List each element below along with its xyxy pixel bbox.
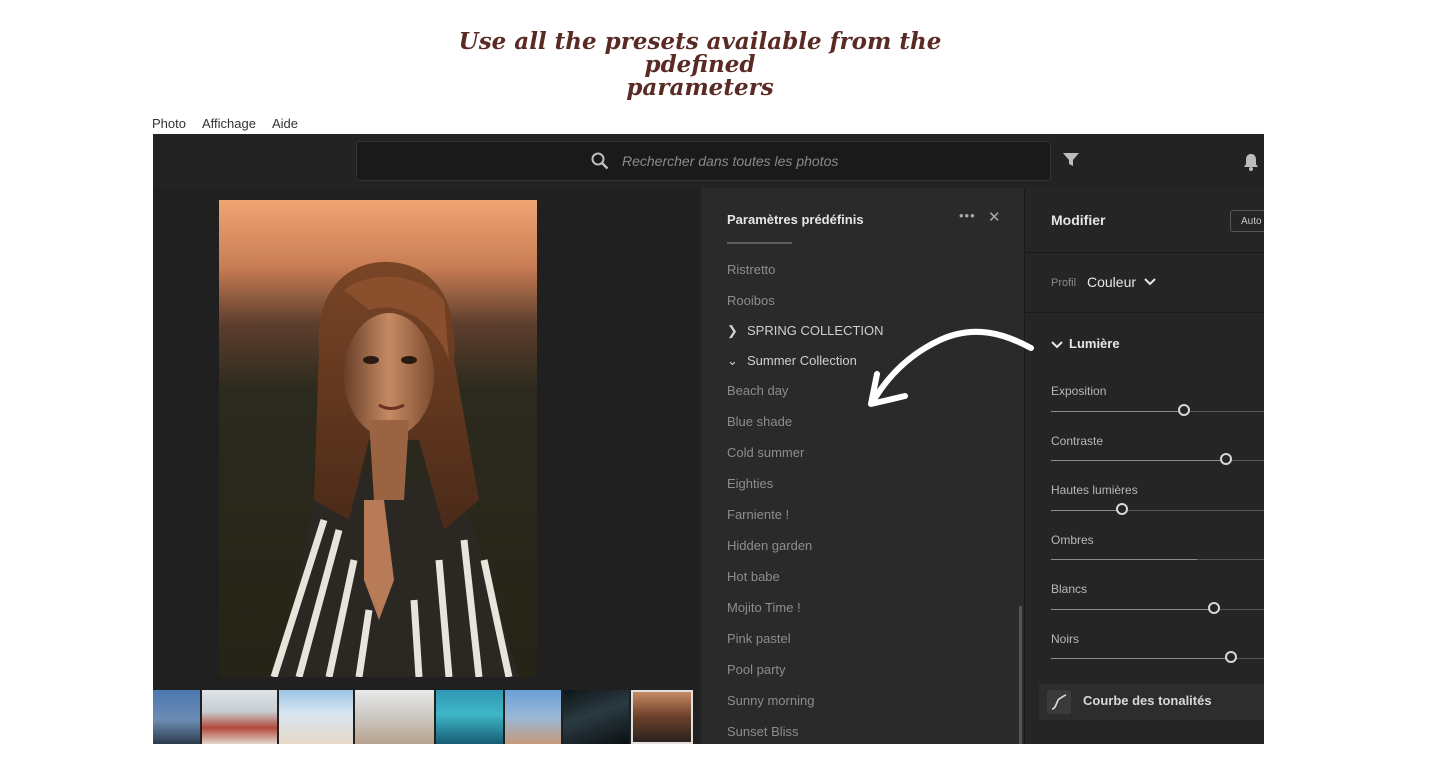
- thumbnail-8-selected[interactable]: [631, 690, 693, 744]
- tone-curve-row[interactable]: Courbe des tonalités: [1039, 684, 1264, 720]
- thumbnail-4[interactable]: [355, 690, 434, 744]
- slider-knob[interactable]: [1178, 404, 1190, 416]
- thumbnail-7[interactable]: [563, 690, 629, 744]
- portrait-image: [270, 261, 519, 677]
- tone-curve-icon: [1047, 690, 1071, 714]
- whites-slider[interactable]: [1051, 602, 1264, 614]
- preset-item-partial: ▬▬▬▬▬: [727, 242, 792, 247]
- divider: [1025, 252, 1264, 253]
- preset-item[interactable]: Eighties: [727, 476, 773, 491]
- close-icon[interactable]: ✕: [988, 208, 1001, 226]
- slider-fill: [1051, 510, 1122, 511]
- slider-knob[interactable]: [1208, 602, 1220, 614]
- slider-fill: [1051, 559, 1197, 560]
- main-photo[interactable]: [219, 200, 537, 677]
- bell-icon[interactable]: [1243, 153, 1259, 171]
- highlights-label: Hautes lumières: [1051, 483, 1138, 497]
- search-placeholder: Rechercher dans toutes les photos: [622, 153, 839, 169]
- exposure-label: Exposition: [1051, 384, 1107, 398]
- profile-label: Profil: [1051, 277, 1077, 289]
- preset-item[interactable]: Mojito Time !: [727, 600, 801, 615]
- filter-icon[interactable]: [1063, 153, 1079, 167]
- thumbnail-3[interactable]: [279, 690, 353, 744]
- slider-knob[interactable]: [1225, 651, 1237, 663]
- thumbnail-1[interactable]: [153, 690, 200, 744]
- shadows-label: Ombres: [1051, 533, 1094, 547]
- highlights-slider[interactable]: [1051, 503, 1264, 515]
- chevron-down-icon[interactable]: [1144, 277, 1156, 287]
- thumbnail-6[interactable]: [505, 690, 561, 744]
- search-icon: [591, 152, 609, 170]
- blacks-label: Noirs: [1051, 632, 1080, 646]
- chevron-right-icon: ❯: [727, 323, 738, 338]
- presets-panel: Paramètres prédéfinis ••• ✕ ▬▬▬▬▬ Ristre…: [701, 188, 1024, 744]
- section-light-header[interactable]: Lumière: [1051, 336, 1120, 351]
- preset-item[interactable]: Beach day: [727, 383, 788, 398]
- preset-item[interactable]: Cold summer: [727, 445, 804, 460]
- preset-item[interactable]: Blue shade: [727, 414, 792, 429]
- photo-grid: [153, 188, 701, 744]
- preset-group-summer-label: Summer Collection: [747, 353, 857, 368]
- search-input[interactable]: Rechercher dans toutes les photos: [356, 141, 1051, 181]
- headline: Use all the presets available from the p…: [400, 30, 1000, 99]
- app-window: Rechercher dans toutes les photos Paramè…: [153, 134, 1264, 744]
- preset-item[interactable]: Sunny morning: [727, 693, 814, 708]
- slider-fill: [1051, 658, 1231, 659]
- tone-curve-label: Courbe des tonalités: [1083, 693, 1212, 708]
- menu-aide[interactable]: Aide: [272, 116, 298, 131]
- slider-knob[interactable]: [1220, 453, 1232, 465]
- menu-affichage[interactable]: Affichage: [202, 116, 256, 131]
- chevron-down-icon: ⌄: [727, 353, 738, 368]
- menu-bar: Photo Affichage Aide: [152, 112, 298, 134]
- slider-fill: [1051, 609, 1214, 610]
- profile-select[interactable]: Couleur: [1087, 274, 1136, 290]
- preset-item-rooibos[interactable]: Rooibos: [727, 293, 775, 308]
- preset-item[interactable]: Hot babe: [727, 569, 780, 584]
- edit-title: Modifier: [1051, 212, 1106, 228]
- slider-fill: [1051, 411, 1184, 412]
- divider: [1025, 312, 1264, 313]
- thumbnail-2[interactable]: [202, 690, 277, 744]
- contrast-slider[interactable]: [1051, 453, 1264, 465]
- blacks-slider[interactable]: [1051, 651, 1264, 663]
- preset-list: ▬▬▬▬▬ Ristretto Rooibos ❯SPRING COLLECTI…: [727, 242, 1007, 744]
- preset-item[interactable]: Farniente !: [727, 507, 789, 522]
- shadows-slider[interactable]: [1051, 559, 1264, 560]
- filmstrip: [153, 690, 701, 744]
- section-light-label: Lumière: [1069, 336, 1120, 351]
- edit-panel: Modifier Auto Profil Couleur Lumière Exp…: [1024, 188, 1264, 744]
- top-toolbar: Rechercher dans toutes les photos: [153, 134, 1264, 188]
- preset-item[interactable]: Pink pastel: [727, 631, 791, 646]
- preset-item[interactable]: Hidden garden: [727, 538, 812, 553]
- slider-knob[interactable]: [1116, 503, 1128, 515]
- whites-label: Blancs: [1051, 582, 1088, 596]
- thumbnail-5[interactable]: [436, 690, 503, 744]
- presets-scrollbar[interactable]: [1019, 606, 1022, 744]
- auto-button[interactable]: Auto: [1230, 210, 1264, 232]
- more-options-icon[interactable]: •••: [959, 208, 976, 223]
- exposure-slider[interactable]: [1051, 404, 1264, 416]
- preset-item-ristretto[interactable]: Ristretto: [727, 262, 775, 277]
- slider-fill: [1051, 460, 1226, 461]
- preset-item[interactable]: Sunset Bliss: [727, 724, 799, 739]
- annotation-arrow-icon: [868, 328, 1034, 407]
- headline-line-1: Use all the presets available from the p…: [458, 28, 942, 78]
- chevron-down-icon: [1051, 340, 1063, 348]
- headline-line-2: parameters: [626, 74, 774, 101]
- preset-item[interactable]: Pool party: [727, 662, 786, 677]
- contrast-label: Contraste: [1051, 434, 1104, 448]
- preset-group-summer[interactable]: ⌄ Summer Collection: [727, 353, 857, 369]
- menu-photo[interactable]: Photo: [152, 116, 186, 131]
- presets-title: Paramètres prédéfinis: [727, 212, 864, 227]
